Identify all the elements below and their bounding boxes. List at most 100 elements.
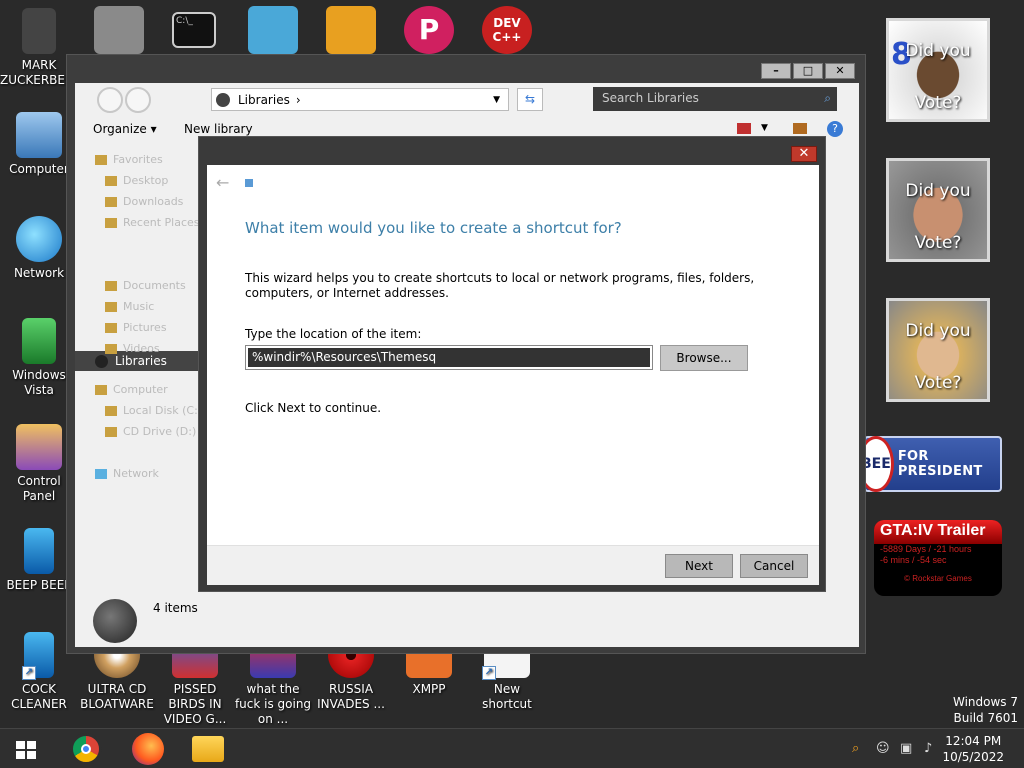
cleaner-icon: ↗ [22, 632, 54, 680]
videos-icon [105, 344, 117, 354]
recycle-bin-icon [22, 318, 56, 364]
maximize-button[interactable]: □ [793, 63, 823, 79]
sidebar-item-music[interactable]: Music [105, 300, 154, 313]
desktop-icon-label: RUSSIA INVADES ... [317, 682, 385, 711]
pictures-icon [105, 323, 117, 333]
nyan-icon[interactable] [248, 6, 298, 54]
help-icon[interactable]: ? [827, 121, 843, 137]
sidebar-item-downloads[interactable]: Downloads [105, 195, 183, 208]
gta-title: GTA:IV Trailer [874, 520, 1002, 544]
publisher-letter: P [418, 13, 440, 46]
president-gadget[interactable]: BEE FOR PRESIDENT [858, 436, 1002, 492]
zuckerberg-icon [22, 8, 56, 54]
dialog-close-button[interactable]: ✕ [791, 146, 817, 162]
dialog-footer: Next Cancel [207, 545, 819, 585]
windows-version-line1: Windows 7 [952, 695, 1018, 709]
clock-time: 12:04 PM [945, 734, 1002, 748]
minimize-button[interactable]: – [761, 63, 791, 79]
view-options-icon[interactable] [737, 123, 751, 134]
vote-gadget-clinton[interactable]: Did you Vote? [886, 298, 990, 402]
search-icon[interactable]: ⌕ [852, 741, 859, 756]
system-clock[interactable]: 12:04 PM 10/5/2022 [942, 733, 1004, 765]
location-label: Type the location of the item: [245, 327, 422, 341]
publisher-icon[interactable]: P [404, 6, 454, 54]
windows-version-watermark: Windows 7 Build 7601 [953, 694, 1018, 726]
sidebar-item-documents[interactable]: Documents [105, 279, 186, 292]
libraries-icon [95, 355, 108, 368]
address-bar[interactable]: Libraries › ▼ [211, 88, 509, 111]
vote-line2: Vote? [914, 373, 962, 393]
details-pane: 4 items [75, 589, 859, 647]
volume-icon[interactable]: ♪ [924, 741, 932, 756]
cancel-button[interactable]: Cancel [740, 554, 808, 578]
location-input[interactable]: %windir%\Resources\Themesq [245, 345, 653, 370]
sidebar-item-favorites[interactable]: Favorites [95, 153, 163, 166]
documents-icon[interactable] [94, 6, 144, 54]
cmd-icon[interactable]: C:\_ [172, 12, 216, 48]
gta-line1: -5889 Days / -21 hours [880, 544, 972, 554]
sidebar-item-pictures[interactable]: Pictures [105, 321, 167, 334]
windows-version-line2: Build 7601 [953, 711, 1018, 725]
sidebar-label: Local Disk (C:) [123, 404, 203, 417]
sidebar-item-videos[interactable]: Videos [105, 342, 160, 355]
explorer-icon[interactable] [192, 736, 224, 762]
chevron-down-icon[interactable]: ▼ [761, 123, 768, 133]
next-button[interactable]: Next [665, 554, 733, 578]
vote-line2: Vote? [914, 93, 962, 113]
gta-countdown-gadget[interactable]: GTA:IV Trailer -5889 Days / -21 hours -6… [874, 520, 1002, 596]
start-button[interactable] [16, 741, 36, 759]
new-library-button[interactable]: New library [184, 122, 253, 136]
sidebar-item-recent[interactable]: Recent Places [105, 216, 200, 229]
dialog-heading: What item would you like to create a sho… [245, 219, 622, 237]
windows-logo-icon [16, 751, 25, 759]
firefox-icon[interactable] [132, 733, 164, 765]
sidebar-label: Pictures [123, 321, 167, 334]
shortcut-wizard-icon [245, 179, 253, 187]
pig-icon[interactable] [326, 6, 376, 54]
back-arrow-icon[interactable]: ← [216, 173, 229, 192]
sidebar-item-cd-drive[interactable]: CD Drive (D:) [105, 425, 196, 438]
emoji-icon[interactable]: ☺ [876, 741, 890, 756]
chrome-icon[interactable] [70, 733, 102, 765]
devcpp-icon[interactable]: DEV C++ [482, 6, 532, 54]
desktop-icon-label: ULTRA CD BLOATWARE [80, 682, 154, 711]
forward-button[interactable] [125, 87, 151, 113]
sidebar-item-desktop[interactable]: Desktop [105, 174, 168, 187]
organize-menu[interactable]: Organize ▾ [93, 122, 157, 136]
beep-icon [24, 528, 54, 574]
continue-hint: Click Next to continue. [245, 401, 382, 415]
vote-line1: Did you [905, 41, 971, 61]
sidebar-label: Libraries [115, 354, 167, 368]
create-shortcut-dialog: ✕ ← What item would you like to create a… [198, 136, 826, 592]
network-icon [16, 216, 62, 262]
sidebar-item-local-disk[interactable]: Local Disk (C:) [105, 404, 202, 417]
search-input[interactable]: Search Libraries ⌕ [593, 87, 837, 111]
preview-pane-icon[interactable] [793, 123, 807, 134]
network-tray-icon[interactable]: ▣ [900, 741, 912, 756]
shortcut-arrow-icon: ↗ [22, 666, 36, 680]
browse-button[interactable]: Browse... [660, 345, 748, 371]
recent-places-icon [105, 218, 117, 228]
search-icon[interactable]: ⌕ [824, 87, 831, 109]
address-crumb[interactable]: Libraries [238, 93, 290, 107]
network-icon [95, 469, 107, 479]
clock-date: 10/5/2022 [942, 750, 1004, 764]
refresh-button[interactable]: ⇆ [517, 88, 543, 111]
item-count: 4 items [153, 601, 198, 615]
desktop-icon-label: XMPP [412, 682, 446, 696]
computer-icon [95, 385, 107, 395]
back-button[interactable] [97, 87, 123, 113]
drive-icon [105, 406, 117, 416]
location-input-value[interactable]: %windir%\Resources\Themesq [248, 348, 650, 367]
vote-gadget-mccain[interactable]: Did you Vote? [886, 158, 990, 262]
sidebar-item-computer[interactable]: Computer [95, 383, 168, 396]
navigation-pane: Favorites Desktop Downloads Recent Place… [75, 145, 202, 575]
chevron-down-icon[interactable]: ▼ [493, 95, 500, 105]
windows-logo-icon [16, 741, 25, 749]
close-button[interactable]: ✕ [825, 63, 855, 79]
cmd-text: C:\_ [176, 16, 193, 26]
sidebar-item-network[interactable]: Network [95, 467, 159, 480]
vote-gadget-obama[interactable]: 8 Did you Vote? [886, 18, 990, 122]
windows-logo-icon [27, 741, 36, 749]
vote-line1: Did you [905, 181, 971, 201]
